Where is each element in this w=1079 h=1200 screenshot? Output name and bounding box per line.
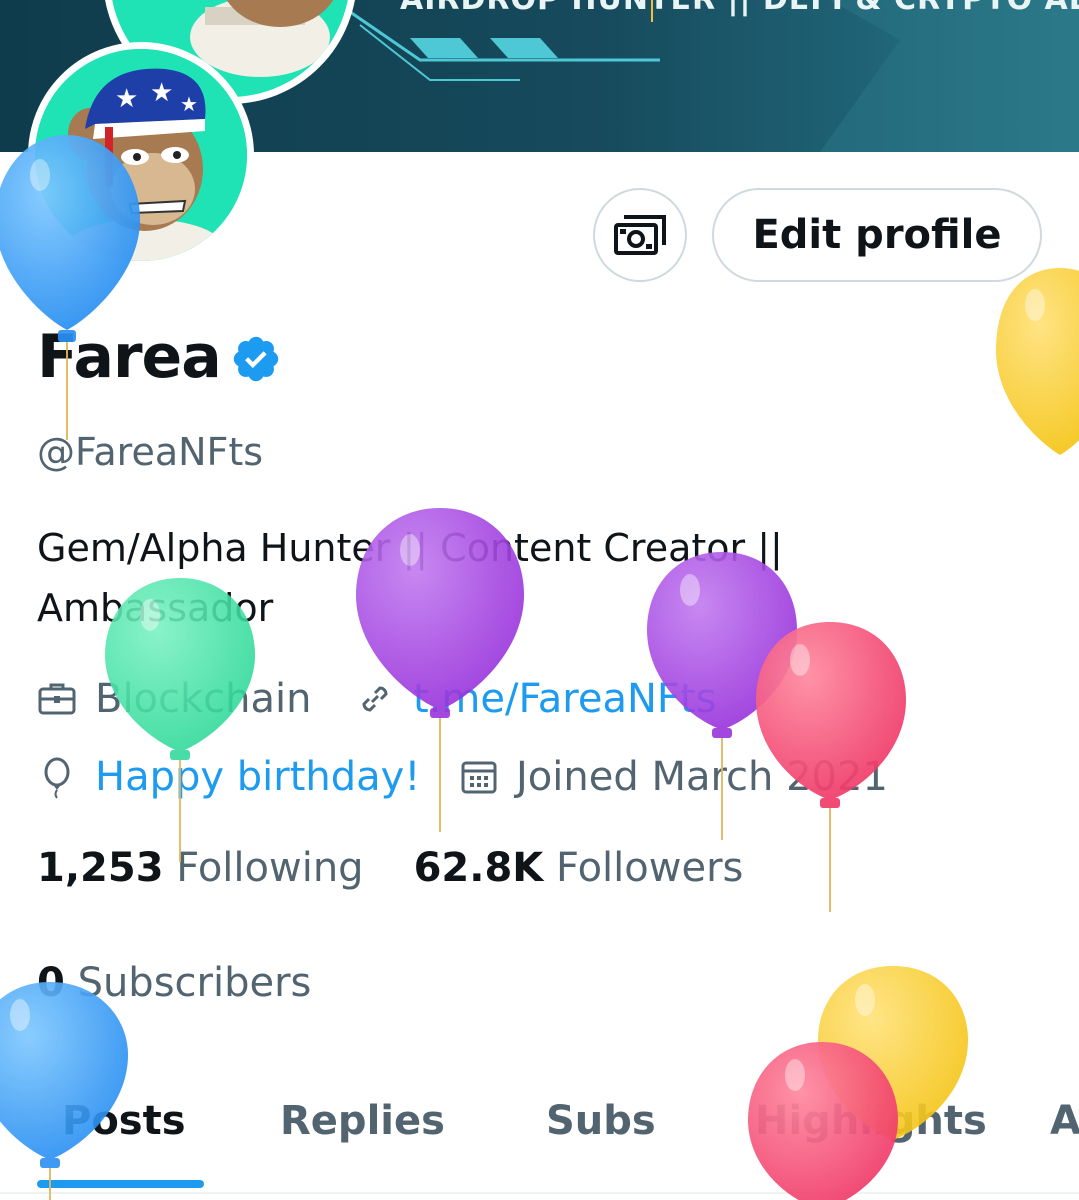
balloon-blue-bottom	[0, 982, 128, 1200]
money-icon	[614, 215, 666, 255]
user-handle: @FareaNFts	[37, 430, 264, 474]
edit-profile-button[interactable]: Edit profile	[712, 188, 1042, 282]
profile-link[interactable]: t.me/FareaNFts	[355, 676, 716, 722]
tab-replies[interactable]: Replies	[280, 1098, 445, 1144]
joined-text: Joined March 2021	[516, 754, 888, 800]
svg-text:★: ★	[115, 84, 138, 114]
svg-text:★: ★	[180, 92, 198, 116]
subscribers-link[interactable]: 0 Subscribers	[37, 960, 311, 1006]
profile-birthday: Happy birthday!	[37, 754, 420, 800]
profile-avatar[interactable]: ★ ★ ★	[28, 42, 254, 268]
active-tab-indicator	[37, 1180, 204, 1188]
followers-link[interactable]: 62.8K Followers	[414, 845, 744, 891]
tab-more[interactable]: A	[1050, 1098, 1079, 1144]
calendar-icon	[461, 761, 497, 794]
category-label: Blockchain	[95, 676, 312, 722]
following-count: 1,253	[37, 845, 164, 891]
banner-text: AIRDROP HUNTER || DEFI & CRYPTO ALPHA	[400, 0, 1079, 17]
balloon-icon	[44, 757, 70, 799]
tip-money-button[interactable]	[593, 188, 687, 282]
follow-stats: 1,253 Following 62.8K Followers	[37, 845, 743, 891]
tabs-divider	[0, 1192, 1079, 1194]
followers-count: 62.8K	[413, 845, 544, 891]
followers-label: Followers	[555, 845, 744, 891]
verified-badge-icon[interactable]	[230, 333, 282, 385]
ape-avatar-icon: ★ ★ ★	[35, 49, 247, 261]
briefcase-icon	[38, 683, 76, 715]
profile-category: Blockchain	[37, 676, 312, 722]
tab-posts[interactable]: Posts	[62, 1098, 186, 1144]
link-icon	[362, 686, 388, 712]
svg-text:★: ★	[150, 78, 173, 108]
following-label: Following	[176, 845, 364, 891]
subscribers-label: Subscribers	[77, 960, 312, 1006]
birthday-text[interactable]: Happy birthday!	[95, 754, 420, 800]
tab-subs[interactable]: Subs	[546, 1098, 656, 1144]
profile-bio: Gem/Alpha Hunter || Content Creator || A…	[37, 526, 783, 630]
display-name: Farea	[37, 322, 222, 392]
balloon-yellow-right	[996, 268, 1079, 455]
following-link[interactable]: 1,253 Following	[37, 845, 364, 891]
tab-highlights[interactable]: Highlights	[755, 1098, 987, 1144]
subscribers-count: 0	[37, 960, 65, 1006]
profile-joined: Joined March 2021	[460, 754, 888, 800]
link-text[interactable]: t.me/FareaNFts	[413, 676, 716, 722]
